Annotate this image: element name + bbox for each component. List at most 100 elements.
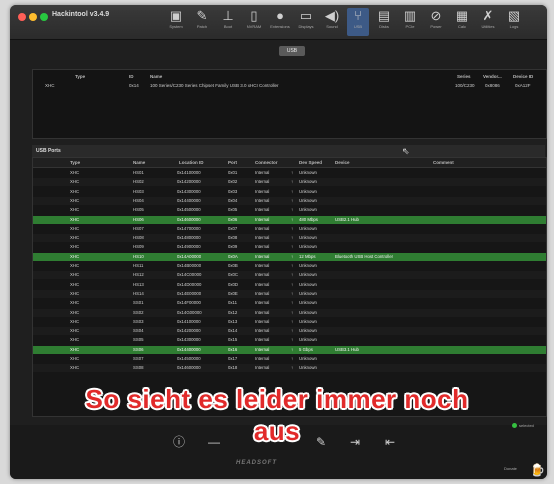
column-header-name[interactable]: Name [150,72,162,81]
donate-label[interactable]: Donate [504,466,517,471]
column-header-connector[interactable]: Connector [255,158,278,167]
table-row[interactable]: XHC HS09 0x14900000 0x09 Internal Unknown ↑ [33,243,546,251]
cell-name: HS09 [133,244,144,250]
zoom-window-button[interactable] [40,13,48,21]
column-header-type[interactable]: Type [70,158,80,167]
column-header-id[interactable]: ID [129,72,134,81]
toolbar-calc-button[interactable]: ▦ Calc [451,8,473,36]
table-row[interactable]: XHC HS12 0x14C00000 0x0C Internal Unknown ↑ [33,271,546,280]
cell-type: XHC [70,197,80,203]
cell-connector: Internal [255,318,270,324]
cell-dev-speed: Unknown [299,197,317,203]
cell-location: 0x14100000 [177,318,201,324]
speed-arrow-icon: ↑ [291,235,294,241]
table-row[interactable]: XHC SS05 0x14300000 0x15 Internal Unknown ↑ [33,336,546,344]
table-row[interactable]: XHC SS03 0x14100000 0x13 Internal Unknown ↑ [33,318,546,326]
cell-port: 0x02 [228,179,238,185]
column-header-device-id[interactable]: Device ID [513,72,533,81]
cell-connector: Internal [255,235,270,241]
toolbar-label: Boot [223,24,233,29]
toolbar-pcie-button[interactable]: ▥ PCIe [399,8,421,36]
toolbar-label: Patch [196,24,208,29]
cell-device-id: 0xA12F [515,83,531,88]
toolbar-system-button[interactable]: ▣ System [165,8,187,36]
display-icon: ▭ [299,8,313,23]
cell-name: SS06 [133,346,144,352]
table-row[interactable]: XHC SS04 0x14200000 0x14 Internal Unknown ↑ [33,327,546,336]
table-row[interactable]: XHC SS06 0x14400000 0x16 Internal 5 Gbps USB3.… [33,345,546,354]
toolbar-displays-button[interactable]: ▭ Displays [295,8,317,36]
cell-name: SS07 [133,356,144,361]
toolbar-utilities-button[interactable]: ✗ Utilities [477,8,499,36]
table-row[interactable]: XHC 0x14 100 Series/C230 Series Chipset … [33,82,546,90]
beer-icon[interactable]: 🍺 [530,463,545,477]
table-row[interactable]: XHC HS01 0x14100000 0x01 Internal Unknown ↑ [33,169,546,177]
speaker-icon: ◀) [324,8,340,23]
table-row[interactable]: XHC HS13 0x14D00000 0x0D Internal Unknown ↑ [33,281,546,289]
cell-type: XHC [70,318,80,324]
cell-type: XHC [70,309,80,315]
cell-dev-speed: 12 Mbps [299,253,316,259]
toolbar-label: Extensions [270,24,290,29]
computer-icon: ▣ [169,8,183,23]
cell-name: HS11 [133,263,144,268]
cell-port: 0x0D [228,281,239,287]
cell-dev-speed: Unknown [299,179,317,185]
cell-location: 0x14600000 [177,216,201,222]
table-row[interactable]: XHC HS08 0x14800000 0x08 Internal Unknown ↑ [33,234,546,243]
cell-device: USB2.1 Hub [335,216,359,222]
close-window-button[interactable] [18,13,26,21]
toolbar-sound-button[interactable]: ◀) Sound [321,8,343,36]
toolbar-power-button[interactable]: ⊘ Power [425,8,447,36]
toolbar-usb-button[interactable]: ⑂ USB [347,8,369,36]
table-row[interactable]: XHC SS07 0x14500000 0x17 Internal Unknown ↑ [33,355,546,363]
column-header-port[interactable]: Port [228,158,237,167]
cell-name: HS12 [133,272,144,278]
cell-series: 100/C230 [455,83,475,88]
table-row[interactable]: XHC HS11 0x14B00000 0x0B Internal Unknown ↑ [33,262,546,270]
table-row[interactable]: XHC SS08 0x14600000 0x18 Internal Unknown ↑ [33,364,546,373]
tab-usb[interactable]: USB [279,46,305,56]
toolbar-boot-button[interactable]: ⊥ Boot [217,8,239,36]
speed-arrow-icon: ↑ [291,281,294,287]
speed-arrow-icon: ↑ [291,356,294,361]
toolbar-disks-button[interactable]: ▤ Disks [373,8,395,36]
cell-type: XHC [70,300,80,306]
cell-location: 0x14300000 [177,188,201,194]
table-row[interactable]: XHC SS01 0x14F00000 0x11 Internal Unknown ↑ [33,299,546,307]
column-header-location[interactable]: Location ID [179,158,204,167]
toolbar-extensions-button[interactable]: ● Extensions [269,8,291,36]
cell-location: 0x14300000 [177,337,201,343]
column-header-comment[interactable]: Comment [433,158,454,167]
table-row[interactable]: XHC HS07 0x14700000 0x07 Internal Unknown ↑ [33,225,546,233]
column-header-dev-speed[interactable]: Dev Speed [299,158,322,167]
cell-dev-speed: Unknown [299,356,317,361]
table-row[interactable]: XHC HS10 0x14A00000 0x0A Internal 12 Mbps Blue… [33,252,546,261]
table-row[interactable]: XHC HS03 0x14300000 0x03 Internal Unknown ↑ [33,188,546,196]
cell-connector: Internal [255,272,270,278]
cell-port: 0x09 [228,244,238,250]
column-header-vendor[interactable]: Vendor... [483,72,502,81]
speed-arrow-icon: ↑ [291,290,294,296]
table-row[interactable]: XHC HS05 0x14500000 0x05 Internal Unknown ↑ [33,206,546,214]
column-header-type[interactable]: Type [75,72,85,81]
table-row[interactable]: XHC SS02 0x14G00000 0x12 Internal Unknown ↑ [33,308,546,317]
cell-type: XHC [70,337,80,343]
column-header-series[interactable]: Series [457,72,471,81]
calculator-icon: ▦ [455,8,469,23]
column-header-device[interactable]: Device [335,158,350,167]
column-header-name[interactable]: Name [133,158,145,167]
table-row[interactable]: XHC HS14 0x14E00000 0x0E Internal Unknown ↑ [33,289,546,298]
cell-type: XHC [70,346,80,352]
speed-arrow-icon: ↑ [291,179,294,185]
table-row[interactable]: XHC HS06 0x14600000 0x06 Internal 480 Mbps USB… [33,215,546,224]
speed-arrow-icon: ↑ [291,328,294,334]
table-row[interactable]: XHC HS02 0x14200000 0x02 Internal Unknown ↑ [33,178,546,187]
toolbar-patch-button[interactable]: ✎ Patch [191,8,213,36]
minimize-window-button[interactable] [29,13,37,21]
cell-port: 0x06 [228,216,238,222]
table-row[interactable]: XHC HS04 0x14400000 0x04 Internal Unknown ↑ [33,196,546,205]
toolbar-nvram-button[interactable]: ▯ NVRAM [243,8,265,36]
toolbar-logs-button[interactable]: ▧ Logs [503,8,525,36]
cell-dev-speed: Unknown [299,235,317,241]
